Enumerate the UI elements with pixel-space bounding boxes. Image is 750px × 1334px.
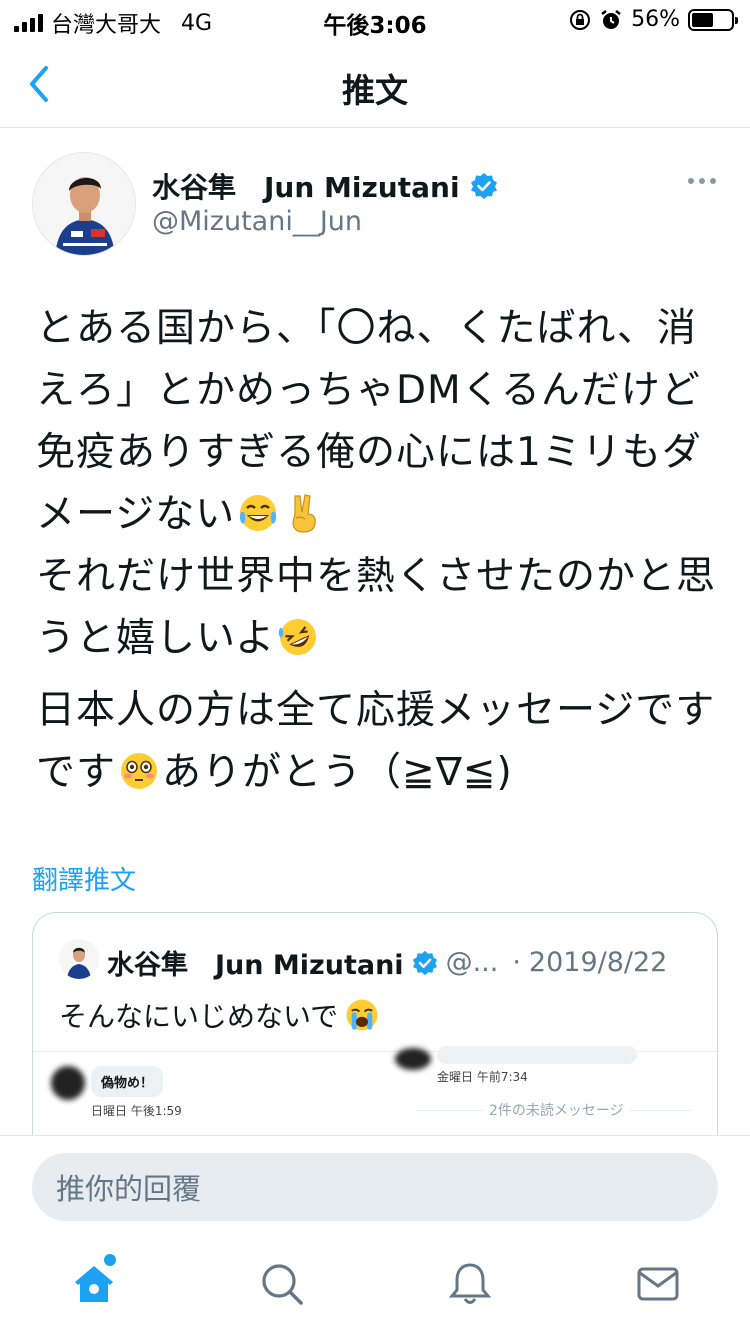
victory-hand-emoji-icon: [292, 493, 317, 533]
quoted-author-handle: @...: [445, 947, 499, 978]
reply-bar: 推你的回覆: [0, 1135, 750, 1239]
tweet-text-segment: それだけ世界中を熱くさせたのかと思うと嬉しいよ: [36, 554, 717, 661]
tweet-text-segment: す: [76, 750, 117, 795]
blurred-avatar-image: [51, 1066, 85, 1100]
verified-badge-icon: [412, 950, 437, 975]
reply-placeholder: 推你的回覆: [56, 1172, 202, 1206]
author-display-name: 水谷隼 Jun Mizutani: [152, 171, 460, 204]
tab-messages[interactable]: [634, 1260, 682, 1308]
tab-home[interactable]: [70, 1254, 118, 1308]
bell-icon: [448, 1263, 492, 1304]
status-bar: 台灣大哥大 4G 午後3:06 56%: [0, 0, 750, 40]
tweet-text-segment: とある国から、「〇ね、くたばれ、消えろ」とかめっちゃDMくるんだけど免疫ありすぎ…: [36, 306, 702, 537]
orientation-lock-icon: [570, 9, 591, 30]
search-icon: [262, 1264, 303, 1305]
more-dot-icon: [699, 178, 705, 184]
status-right: 56%: [569, 7, 738, 32]
blurred-avatar-image: [395, 1048, 431, 1070]
verified-badge-icon: [470, 173, 497, 199]
unread-messages-label: 2件の未読メッセージ: [483, 1100, 630, 1120]
more-dot-icon: [688, 178, 694, 184]
mail-icon: [637, 1267, 679, 1301]
tweet-paragraph: とある国から、「〇ね、くたばれ、消えろ」とかめっちゃDMくるんだけど免疫ありすぎ…: [36, 298, 716, 670]
translate-tweet-link[interactable]: 翻譯推文: [32, 860, 136, 897]
tweet-text-segment: 日本人の方は全て応援メッセージです: [36, 688, 716, 733]
author-avatar[interactable]: [32, 152, 136, 256]
quoted-text: そんなにいじめないで: [59, 1000, 339, 1033]
avatar-image: [59, 939, 99, 979]
tab-search[interactable]: [258, 1260, 306, 1308]
dm-message-bubble: [437, 1046, 637, 1064]
home-icon: [75, 1266, 113, 1302]
quoted-author-avatar: [59, 939, 99, 979]
author-name-row[interactable]: 水谷隼 Jun Mizutani: [152, 166, 498, 206]
page-title: 推文: [342, 71, 408, 110]
dm-message-bubble: 偽物め！: [91, 1066, 164, 1097]
avatar-image: [33, 153, 135, 255]
flushed-face-emoji-icon: [121, 752, 158, 789]
dm-timestamp: 金曜日 午前7:34: [437, 1070, 528, 1084]
quoted-tweet-header: 水谷隼 Jun Mizutani @... · 2019/8/22: [107, 943, 667, 982]
quoted-author-name: 水谷隼 Jun Mizutani: [107, 950, 404, 981]
tweet-text-segment: で: [36, 750, 77, 795]
tweet-detail-screen: 台灣大哥大 4G 午後3:06 56% 推文 水谷隼 Jun Mizutani …: [0, 0, 750, 1334]
tweet-text-segment: ありがとう（≧∇≦): [162, 750, 513, 795]
rolling-on-floor-laughing-emoji-icon: [278, 618, 317, 655]
dm-timestamp: 日曜日 午後1:59: [91, 1104, 182, 1118]
loudly-crying-face-emoji-icon: [346, 999, 378, 1031]
quoted-tweet-text: そんなにいじめないで: [59, 995, 380, 1035]
quoted-tweet-card[interactable]: 水谷隼 Jun Mizutani @... · 2019/8/22 そんなにいじ…: [32, 912, 718, 1152]
quoted-date: 2019/8/22: [528, 947, 668, 978]
notification-badge: [104, 1254, 116, 1266]
author-handle[interactable]: @Mizutani__Jun: [152, 206, 362, 237]
reply-input[interactable]: 推你的回覆: [32, 1153, 718, 1221]
alarm-icon: [601, 9, 621, 29]
navigation-bar: 推文: [0, 40, 750, 128]
bottom-tab-bar: [0, 1240, 750, 1334]
more-options-button[interactable]: [688, 178, 716, 184]
tweet-paragraph: 日本人の方は全て応援メッセージです です ありがとう（≧∇≦): [36, 680, 716, 804]
quoted-separator: ·: [512, 947, 521, 978]
battery-icon: [688, 8, 738, 31]
tab-notifications[interactable]: [446, 1260, 494, 1308]
battery-percent: 56%: [631, 7, 680, 32]
tweet-text: とある国から、「〇ね、くたばれ、消えろ」とかめっちゃDMくるんだけど免疫ありすぎ…: [36, 298, 716, 804]
more-dot-icon: [710, 178, 716, 184]
battery-fill: [692, 12, 714, 27]
tears-of-joy-emoji-icon: [240, 494, 277, 531]
